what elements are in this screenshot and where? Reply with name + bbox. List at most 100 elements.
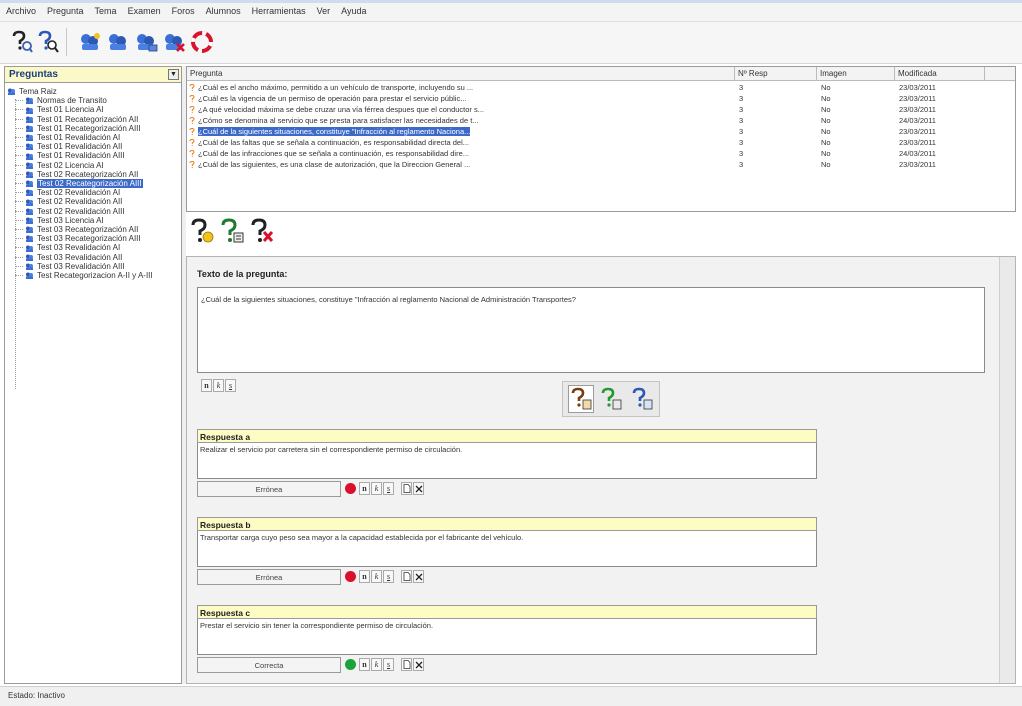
modified-date: 24/03/2011: [899, 116, 936, 125]
tree-item[interactable]: Test 02 Recategorización AIII: [15, 179, 181, 189]
bold-button[interactable]: n: [201, 379, 212, 392]
menu-ayuda[interactable]: Ayuda: [341, 6, 366, 16]
tree-item[interactable]: Test 02 Revalidación AI: [15, 188, 181, 197]
menu-alumnos[interactable]: Alumnos: [206, 6, 241, 16]
menu-examen[interactable]: Examen: [128, 6, 161, 16]
underline-button[interactable]: s: [383, 658, 394, 671]
answer-status[interactable]: Correcta: [197, 657, 341, 673]
answer-toolbar: [186, 214, 306, 250]
user-group-delete-icon[interactable]: [162, 28, 186, 56]
delete-x-icon[interactable]: [413, 482, 424, 495]
answer-text-field[interactable]: Transportar carga cuyo peso sea mayor a …: [197, 531, 817, 567]
bold-button[interactable]: n: [359, 570, 370, 583]
italic-button[interactable]: k: [371, 570, 382, 583]
incorrect-status-icon[interactable]: [345, 483, 356, 494]
answer-status[interactable]: Errónea: [197, 569, 341, 585]
tree-item[interactable]: Test 01 Licencia AI: [15, 105, 181, 114]
menu-archivo[interactable]: Archivo: [6, 6, 36, 16]
tree-item[interactable]: Test 03 Revalidación AIII: [15, 262, 181, 271]
question-row[interactable]: ¿Cuál de las siguientes, es una clase de…: [187, 159, 1015, 170]
tree-item[interactable]: Test 01 Revalidación AI: [15, 133, 181, 142]
delete-answer-icon[interactable]: [250, 218, 274, 246]
tree-item[interactable]: Test 02 Revalidación AIII: [15, 207, 181, 216]
edit-answer-icon[interactable]: [220, 218, 244, 246]
tree-item[interactable]: Normas de Transito: [15, 96, 181, 106]
italic-button[interactable]: k: [371, 482, 382, 495]
column-header-pregunta[interactable]: Pregunta: [187, 67, 735, 80]
question-row[interactable]: ¿Cuál de las faltas que se señala a cont…: [187, 137, 1015, 148]
tree-item[interactable]: Test 01 Revalidación AII: [15, 142, 181, 151]
bold-button[interactable]: n: [359, 658, 370, 671]
column-header-modificada[interactable]: Modificada: [895, 67, 985, 80]
new-user-group-icon[interactable]: [78, 28, 102, 56]
tree-item[interactable]: Test 03 Revalidación AI: [15, 243, 181, 253]
question-row[interactable]: ¿A qué velocidad máxima se debe cruzar u…: [187, 104, 1015, 115]
tree-panel-header[interactable]: Preguntas ▼: [5, 67, 181, 83]
tree-item-label: Test 02 Revalidación AII: [37, 197, 123, 207]
delete-x-icon[interactable]: [413, 570, 424, 583]
menu-herramientas[interactable]: Herramientas: [252, 6, 306, 16]
question-row[interactable]: ¿Cuál de las infracciones que se señala …: [187, 148, 1015, 159]
lifebuoy-icon[interactable]: [190, 28, 214, 56]
tree-item[interactable]: Test 03 Recategorización AIII: [15, 234, 181, 243]
question-row[interactable]: ¿Cuál de la siguientes situaciones, cons…: [187, 126, 1015, 137]
answer-text-field[interactable]: Realizar el servicio por carretera sin e…: [197, 443, 817, 479]
tree-item[interactable]: Test 02 Revalidación AII: [15, 197, 181, 207]
question-row[interactable]: ¿Cómo se denomina al servicio que se pre…: [187, 115, 1015, 126]
delete-x-icon[interactable]: [413, 658, 424, 671]
tree-item[interactable]: Test 02 Licencia AI: [15, 161, 181, 170]
tree-item[interactable]: Test 03 Licencia AI: [15, 216, 181, 225]
search-icon[interactable]: [36, 28, 60, 56]
incorrect-status-icon[interactable]: [345, 571, 356, 582]
tree-item[interactable]: Test Recategorizacion A-II y A-III: [15, 271, 181, 280]
help-add-icon[interactable]: [598, 385, 624, 413]
answer-text-field[interactable]: Prestar el servicio sin tener la corresp…: [197, 619, 817, 655]
questions-tree-panel: Preguntas ▼ Tema Raiz Normas de Transito…: [4, 66, 182, 684]
question-row[interactable]: ¿Cuál es el ancho máximo, permitido a un…: [187, 82, 1015, 93]
answer-count: 3: [739, 160, 744, 169]
has-image: No: [821, 160, 831, 169]
bold-button[interactable]: n: [359, 482, 370, 495]
tree-item[interactable]: Test 01 Recategorización AIII: [15, 124, 181, 133]
tree-item-label: Normas de Transito: [37, 96, 107, 106]
user-group-icon[interactable]: [106, 28, 130, 56]
answer-count: 3: [739, 105, 744, 114]
users-icon: [26, 217, 33, 224]
menu-pregunta[interactable]: Pregunta: [47, 6, 84, 16]
new-doc-icon[interactable]: [401, 658, 412, 671]
underline-button[interactable]: s: [383, 570, 394, 583]
chevron-down-icon[interactable]: ▼: [168, 69, 179, 80]
tree-item[interactable]: Test 01 Recategorización AII: [15, 115, 181, 124]
new-doc-icon[interactable]: [401, 482, 412, 495]
new-doc-icon[interactable]: [401, 570, 412, 583]
menu-tema[interactable]: Tema: [95, 6, 117, 16]
tree-item-label: Test 03 Revalidación AI: [37, 243, 121, 253]
search-question-icon[interactable]: [10, 28, 34, 56]
italic-button[interactable]: k: [371, 658, 382, 671]
tree-item[interactable]: Test 01 Revalidación AIII: [15, 151, 181, 160]
underline-button[interactable]: s: [225, 379, 236, 392]
users-icon: [8, 88, 15, 96]
underline-button[interactable]: s: [383, 482, 394, 495]
menu-ver[interactable]: Ver: [317, 6, 331, 16]
column-header-nresp[interactable]: Nº Resp: [735, 67, 817, 80]
help-icon[interactable]: [629, 385, 655, 413]
add-answer-icon[interactable]: [190, 218, 214, 246]
correct-status-icon[interactable]: [345, 659, 356, 670]
tree-item[interactable]: Test 03 Recategorización AII: [15, 225, 181, 234]
answer-count: 3: [739, 94, 744, 103]
answer-status[interactable]: Errónea: [197, 481, 341, 497]
question-text: ¿Cuál de las siguientes, es una clase de…: [198, 160, 471, 169]
question-text-field[interactable]: ¿Cuál de la siguientes situaciones, cons…: [197, 287, 985, 373]
editor-scrollbar[interactable]: [999, 257, 1015, 683]
italic-button[interactable]: k: [213, 379, 224, 392]
user-group-edit-icon[interactable]: [134, 28, 158, 56]
tree-item[interactable]: Test 02 Recategorización AII: [15, 170, 181, 179]
question-row[interactable]: ¿Cuál es la vigencia de un permiso de op…: [187, 93, 1015, 104]
tree-item[interactable]: Test 03 Revalidación AII: [15, 253, 181, 262]
menu-foros[interactable]: Foros: [172, 6, 195, 16]
tree-root[interactable]: Tema Raiz: [7, 87, 181, 96]
help-image-icon[interactable]: [567, 385, 594, 413]
answer-label: Respuesta b: [197, 517, 817, 531]
column-header-imagen[interactable]: Imagen: [817, 67, 895, 80]
